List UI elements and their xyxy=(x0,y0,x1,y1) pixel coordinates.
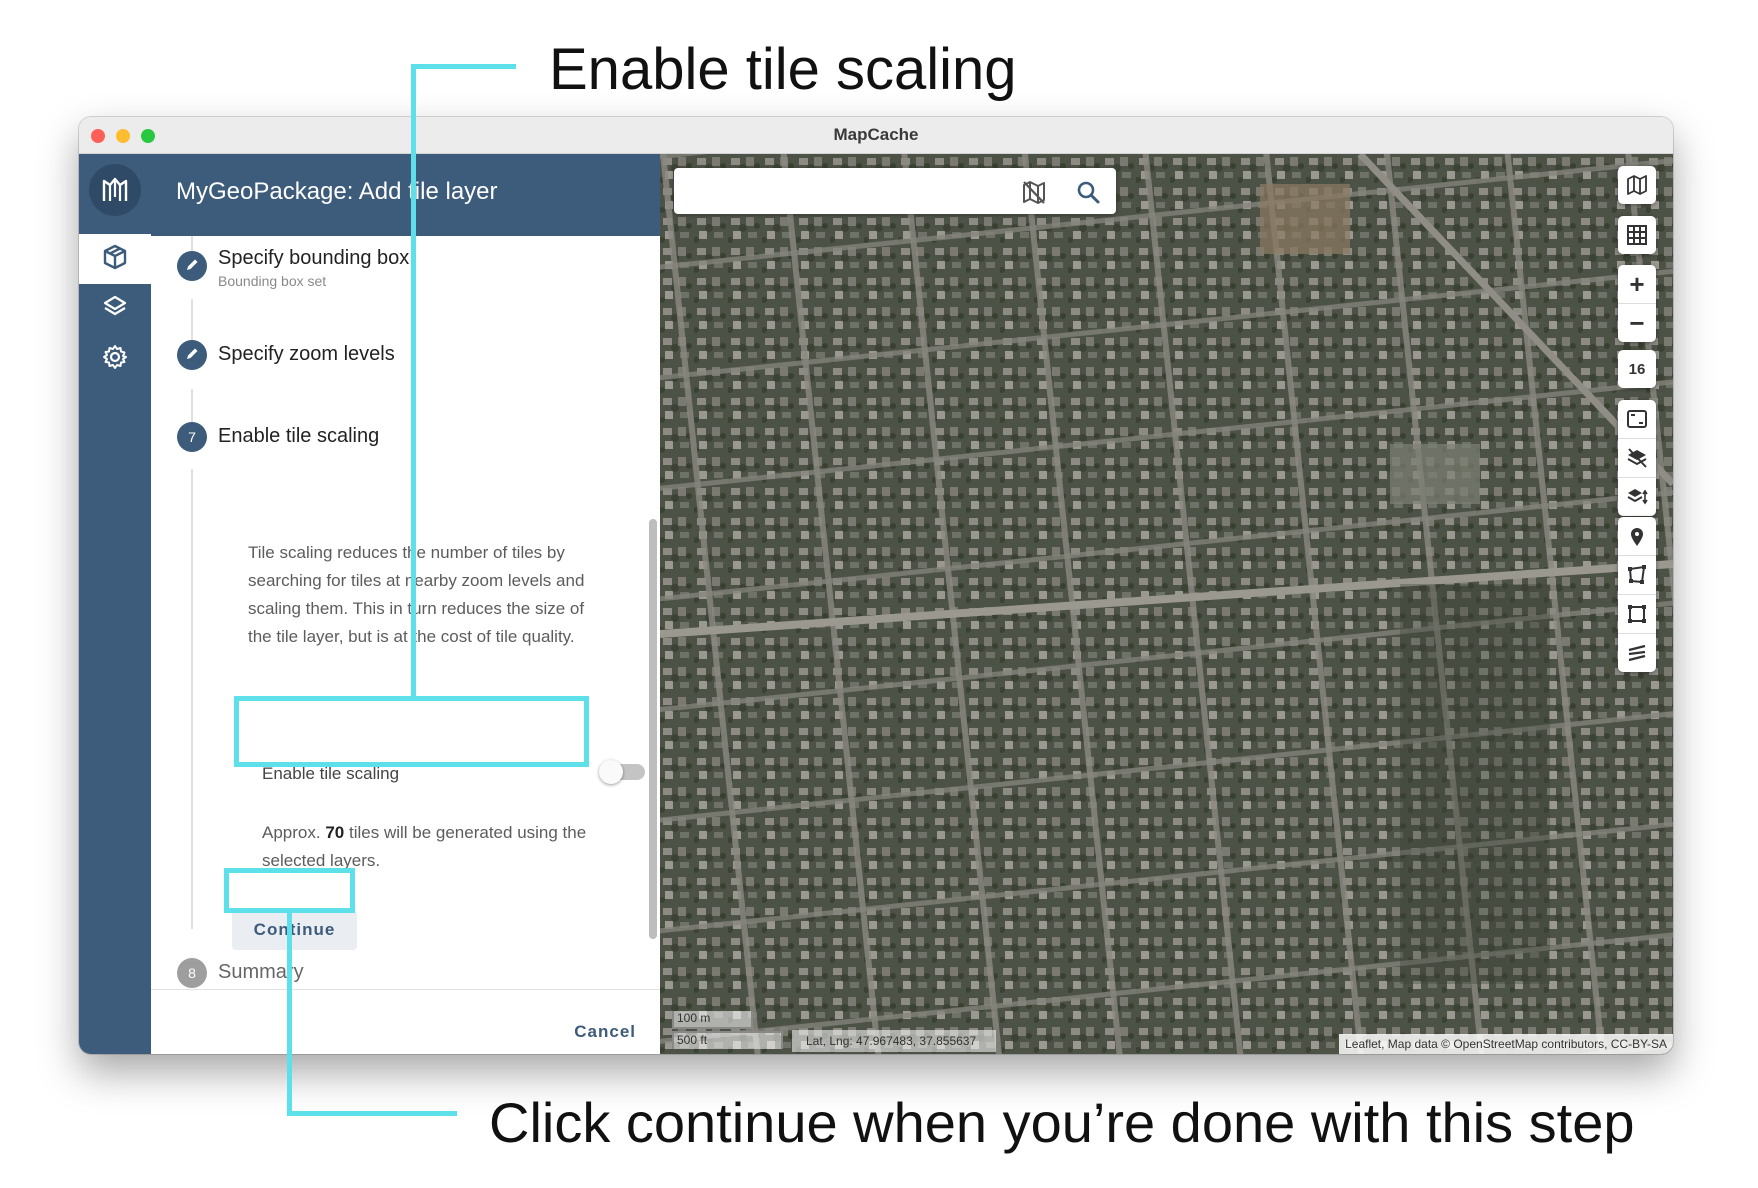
step-number-8: 8 xyxy=(177,958,207,988)
pencil-icon xyxy=(184,257,200,276)
zoom-out-icon[interactable]: − xyxy=(1618,304,1656,342)
clear-layers-icon[interactable] xyxy=(1618,439,1656,478)
toggle-knob[interactable] xyxy=(599,760,623,784)
nav-rail xyxy=(79,154,151,1054)
callout-line-top-vertical xyxy=(411,64,416,700)
approx-prefix: Approx. xyxy=(262,823,321,842)
page-title: MyGeoPackage: Add tile layer xyxy=(176,178,498,205)
zoom-level: 16 xyxy=(1628,360,1646,378)
callout-line-bottom-vertical xyxy=(287,911,292,1116)
map-view[interactable]: + − 16 100 m 500 ft Lat, Lng: 47.967483,… xyxy=(660,154,1673,1054)
add-tile-layer-panel: MyGeoPackage: Add tile layer Specify bou… xyxy=(151,154,660,1054)
rail-item-settings[interactable] xyxy=(79,334,151,384)
step-number-7: 7 xyxy=(177,422,207,452)
continue-highlight-box xyxy=(224,868,355,913)
pencil-icon xyxy=(184,346,200,365)
satellite-imagery xyxy=(660,154,1673,1054)
map-off-icon[interactable] xyxy=(1020,178,1048,206)
zoom-level-indicator: 16 xyxy=(1618,350,1656,388)
step-title-tile-scaling[interactable]: Enable tile scaling xyxy=(218,425,379,448)
zoom-in-icon[interactable]: + xyxy=(1618,265,1656,304)
rail-item-geopackage[interactable] xyxy=(79,234,151,284)
enable-tile-scaling-toggle[interactable] xyxy=(599,760,645,784)
zoom-in-label: + xyxy=(1629,269,1645,299)
map-attribution: Leaflet, Map data © OpenStreetMap contri… xyxy=(1339,1034,1673,1054)
callout-enable-tile-scaling: Enable tile scaling xyxy=(549,37,1017,102)
fit-bounds-icon[interactable] xyxy=(1618,400,1656,439)
cancel-button[interactable]: Cancel xyxy=(574,1022,636,1042)
step-subtitle-bounding-box: Bounding box set xyxy=(218,273,327,289)
toggle-label: Enable tile scaling xyxy=(262,764,400,783)
draw-controls xyxy=(1618,517,1656,672)
window-title: MapCache xyxy=(833,125,919,144)
approx-tile-count: Approx. 70 tiles will be generated using… xyxy=(262,819,592,875)
mapcache-logo-icon[interactable] xyxy=(89,164,141,216)
map-search-box xyxy=(674,168,1116,214)
mapcache-window: MapCache MyGeoPackage: Add tile layer Sp… xyxy=(79,117,1673,1054)
callout-line-top-horizontal xyxy=(411,64,516,69)
gear-icon xyxy=(101,343,129,376)
scale-bar-imperial: 500 ft xyxy=(672,1031,783,1049)
layers-icon xyxy=(101,293,129,326)
step-edit-bounding-box[interactable] xyxy=(177,251,207,281)
callout-click-continue: Click continue when you’re done with thi… xyxy=(489,1091,1635,1154)
polyline-icon[interactable] xyxy=(1618,634,1656,672)
lat-lng-readout: Lat, Lng: 47.967483, 37.855637 xyxy=(792,1030,996,1052)
polygon-icon[interactable] xyxy=(1618,556,1656,595)
marker-icon[interactable] xyxy=(1618,517,1656,556)
cube-icon xyxy=(101,243,129,276)
step-title-zoom-levels[interactable]: Specify zoom levels xyxy=(218,343,395,366)
zoom-out-label: − xyxy=(1629,308,1645,338)
search-icon[interactable] xyxy=(1074,178,1102,206)
divider xyxy=(151,989,660,990)
tile-scaling-description: Tile scaling reduces the number of tiles… xyxy=(248,543,585,646)
toggle-highlight-box xyxy=(234,696,589,767)
layer-controls xyxy=(1618,400,1656,516)
tile-count: 70 xyxy=(325,823,345,842)
stepper-connector xyxy=(191,469,193,929)
title-bar: MapCache xyxy=(79,117,1673,154)
callout-line-bottom-horizontal xyxy=(287,1111,457,1116)
layer-order-icon[interactable] xyxy=(1618,478,1656,516)
grid-icon[interactable] xyxy=(1618,216,1656,254)
search-input[interactable] xyxy=(684,176,1008,208)
panel-scrollbar[interactable] xyxy=(649,519,657,939)
rail-item-layers[interactable] xyxy=(79,284,151,334)
scale-bar-metric: 100 m xyxy=(672,1011,753,1029)
basemap-icon[interactable] xyxy=(1618,166,1656,204)
zoom-control: + − xyxy=(1618,265,1656,342)
continue-button[interactable]: Continue xyxy=(232,910,357,950)
step-title-bounding-box[interactable]: Specify bounding box xyxy=(218,247,409,270)
step-edit-zoom-levels[interactable] xyxy=(177,340,207,370)
rectangle-icon[interactable] xyxy=(1618,595,1656,634)
panel-header: MyGeoPackage: Add tile layer xyxy=(151,154,660,236)
